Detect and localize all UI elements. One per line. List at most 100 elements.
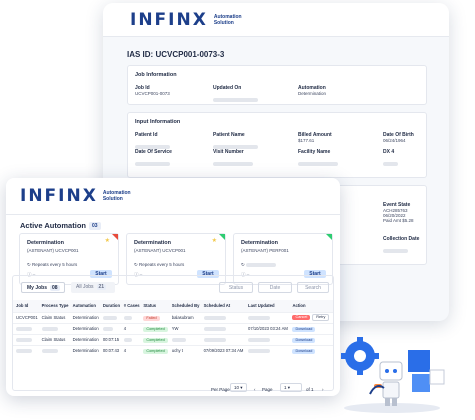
scheduled-at-cell: 07/09/2023 07:34 AM — [200, 344, 246, 356]
table-row[interactable]: Determination 00:07:43 4 Completed uchy … — [13, 344, 333, 356]
table-header-row: Job Id Process Type Automation Duration … — [13, 300, 333, 312]
automation-name: Determination — [241, 240, 278, 246]
download-button[interactable]: Download — [292, 337, 316, 343]
action-cell: Download — [289, 322, 333, 334]
last-updated-cell: 07/10/2023 03:24 AM — [245, 322, 290, 334]
date-filter[interactable]: Date — [258, 282, 292, 293]
table-row[interactable]: Determination 4 Completed YW 07/10/2023 … — [13, 322, 333, 334]
job-information-card: Job Information Job Id UCVCP001-0073 Upda… — [127, 65, 427, 105]
duration-cell: 00:07:15 — [99, 333, 121, 345]
next-page-icon[interactable]: › — [322, 387, 324, 392]
job-detail-header: INFINX Automation Solution — [103, 3, 449, 37]
status-badge: Completed — [143, 348, 168, 354]
robot-automation-illustration — [341, 337, 445, 413]
search-input[interactable]: Search — [297, 282, 329, 293]
tab-all-jobs[interactable]: All Jobs 21 — [71, 282, 115, 293]
star-icon[interactable]: ★ — [105, 237, 110, 244]
cases-cell: 4 — [120, 322, 141, 334]
cases-cell — [120, 311, 141, 323]
automation-dashboard-window: INFINX Automation Solution Active Automat… — [6, 178, 340, 396]
column-header[interactable]: Last Updated — [245, 300, 290, 312]
job-id-cell — [13, 333, 39, 345]
field-value: 06/24/1964 — [383, 138, 406, 143]
cube-icon — [408, 350, 445, 392]
column-header[interactable]: Scheduled At — [200, 300, 246, 312]
cancel-button[interactable]: Cancel — [292, 315, 311, 320]
field-label: Patient Name — [213, 132, 245, 138]
robot-icon — [374, 361, 403, 406]
retry-button[interactable]: Retry — [312, 314, 330, 321]
process-type-cell — [38, 322, 70, 334]
status-cell: Completed — [140, 344, 169, 356]
column-header[interactable]: Action — [289, 300, 333, 312]
automation-name: Determination — [27, 240, 64, 246]
gear-icon — [341, 337, 379, 375]
jobs-table: Job Id Process Type Automation Duration … — [13, 300, 333, 356]
automation-name: Determination — [134, 240, 171, 246]
cases-cell — [120, 333, 141, 345]
status-corner — [219, 234, 225, 240]
tab-my-jobs[interactable]: My Jobs 08 — [21, 282, 65, 293]
field-label: Visit Number — [213, 149, 244, 155]
page-select[interactable]: 1 ▾ — [280, 383, 302, 392]
table-row[interactable]: UCVCP001 Claim Status Determination Fail… — [13, 311, 333, 323]
duration-cell: 00:07:43 — [99, 344, 121, 356]
status-corner — [112, 234, 118, 240]
scheduled-by-cell: YW — [168, 322, 201, 334]
cases-cell: 4 — [120, 344, 141, 356]
field-value: $177.61 — [298, 138, 315, 143]
jobs-panel: My Jobs 08 All Jobs 21 Status Date Search … — [12, 275, 334, 391]
input-information-title: Input Information — [135, 119, 181, 125]
per-page-label: Per Page — [211, 387, 230, 392]
column-header[interactable]: Duration — [99, 300, 121, 312]
download-button[interactable]: Download — [292, 326, 316, 332]
repeat-icon: ↻ — [241, 262, 277, 268]
last-updated-cell — [245, 333, 290, 345]
column-header[interactable]: Job Id — [13, 300, 39, 312]
table-row[interactable]: Claim Status Determination 00:07:15 Comp… — [13, 333, 333, 345]
field-label: DX 4 — [383, 149, 395, 155]
scheduled-by-cell: uchy t — [168, 344, 201, 356]
repeat-text: ↻ Repeats every 5 hours — [134, 262, 185, 267]
column-header[interactable]: Scheduled By — [168, 300, 201, 312]
process-type-cell: Claim Status — [38, 333, 70, 345]
star-icon[interactable]: ★ — [212, 237, 217, 244]
status-cell: Completed — [140, 333, 169, 345]
job-id-cell — [13, 322, 39, 334]
scheduled-by-cell — [168, 333, 201, 345]
status-badge: Failed — [143, 315, 160, 321]
last-updated-cell — [245, 311, 290, 323]
field-label: Date Of Service — [135, 149, 172, 155]
field-value: UCVCP001-0073 — [135, 91, 170, 96]
status-filter[interactable]: Status — [219, 282, 253, 293]
scheduled-by-cell: balasubram — [168, 311, 201, 323]
status-cell: Failed — [140, 311, 169, 323]
automation-cell: Determination — [69, 333, 100, 345]
page-of-label: of 1 — [306, 387, 314, 392]
column-header[interactable]: Process Type — [38, 300, 70, 312]
status-corner — [326, 234, 332, 240]
automation-cell: Determination — [69, 344, 100, 356]
automation-cell: Determination — [69, 311, 100, 323]
event-state-value: Paid Amt $5.28 — [383, 218, 414, 223]
field-label: Updated On — [213, 85, 242, 91]
status-cell: Completed — [140, 322, 169, 334]
tenant-id: (ASTENANT) PERF001 — [241, 248, 289, 253]
duration-cell — [99, 322, 121, 334]
per-page-select[interactable]: 10 ▾ — [230, 383, 247, 392]
automation-cell: Determination — [69, 322, 100, 334]
job-information-title: Job Information — [135, 72, 177, 78]
prev-page-icon[interactable]: ‹ — [254, 387, 256, 392]
column-header[interactable]: Status — [140, 300, 169, 312]
download-button[interactable]: Download — [292, 348, 316, 354]
job-id-cell — [13, 344, 39, 356]
field-label: Patient Id — [135, 132, 158, 138]
field-value: Determination — [298, 91, 327, 96]
column-header[interactable]: # Cases — [120, 300, 141, 312]
scheduled-at-cell — [200, 333, 246, 345]
duration-cell — [99, 311, 121, 323]
process-type-cell — [38, 344, 70, 356]
action-cell: Download — [289, 333, 333, 345]
page-label: Page — [262, 387, 273, 392]
column-header[interactable]: Automation — [69, 300, 100, 312]
